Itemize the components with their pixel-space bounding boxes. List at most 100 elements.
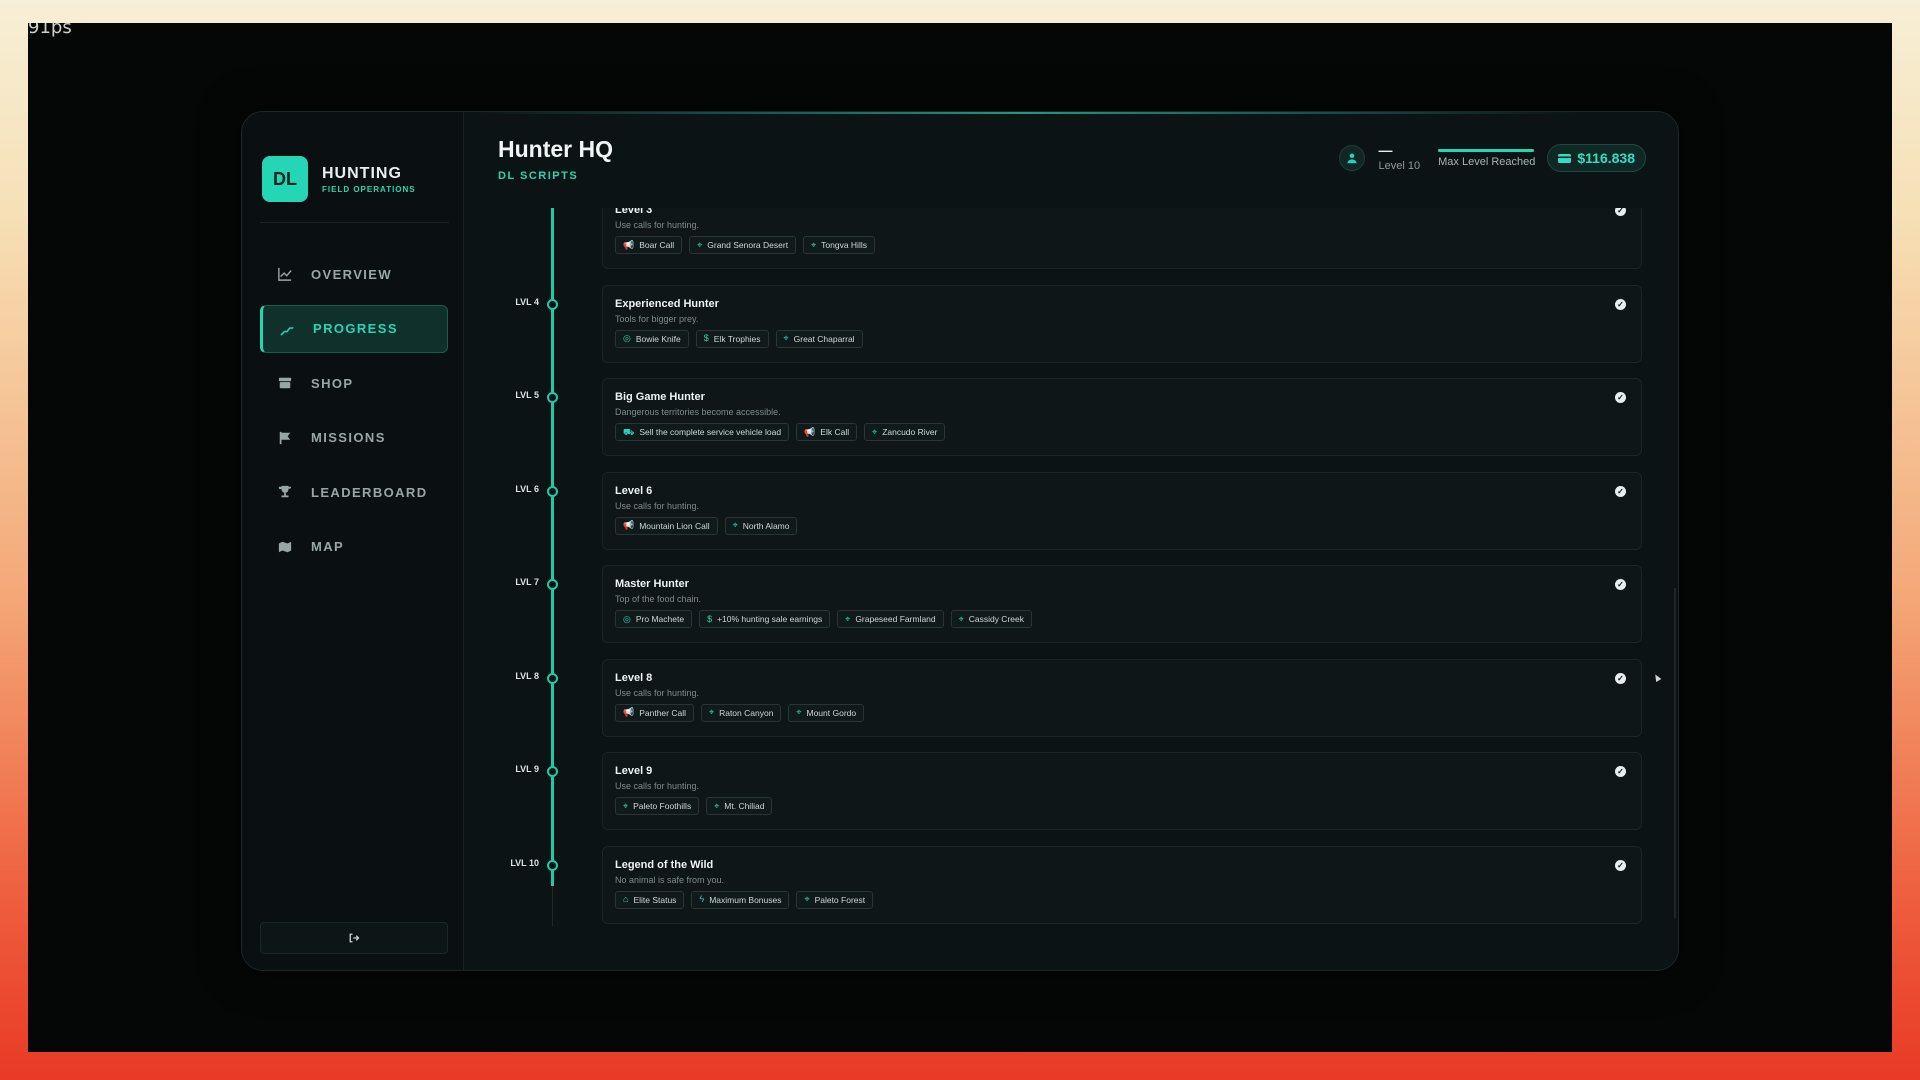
reward-tag: $ Elk Trophies xyxy=(695,329,769,348)
reward-tag-label: Pro Machete xyxy=(635,614,685,624)
fps-counter: 91ps xyxy=(28,23,72,38)
level-card[interactable]: Experienced Hunter Tools for bigger prey.… xyxy=(602,284,1642,363)
level-number: LVL 10 xyxy=(510,857,539,868)
reward-tag: ⌖ North Alamo xyxy=(724,516,798,535)
map-icon xyxy=(277,539,293,555)
reward-tag: ϟ Maximum Bonuses xyxy=(691,890,790,909)
timeline-node xyxy=(547,766,558,777)
level-card[interactable]: Level 8 Use calls for hunting. 📢 Panther Ca… xyxy=(602,658,1642,737)
level-number: LVL 6 xyxy=(515,483,539,494)
pin-icon: ⌖ xyxy=(697,239,703,250)
level-title: Level 6 xyxy=(615,484,653,497)
timeline-node xyxy=(547,298,558,310)
level-item: LVL 6 Level 6 Use calls for hunting. 📢 Mount… xyxy=(464,471,1678,550)
reward-tag: 📢 Boar Call xyxy=(615,236,683,254)
level-description: Use calls for hunting. xyxy=(615,220,700,230)
dollar-icon: $ xyxy=(703,333,709,343)
level-number: LVL 5 xyxy=(515,390,539,400)
level-card[interactable]: Master Hunter Top of the food chain. ◎ Pro … xyxy=(602,565,1642,643)
tool-icon: ◎ xyxy=(623,613,631,624)
xp-progress: Max Level Reached xyxy=(1438,148,1535,168)
page-title: Hunter HQ xyxy=(498,136,613,162)
completed-check-icon: ✓ xyxy=(1615,298,1626,310)
level-item: LVL 10 Legend of the Wild No animal is saf… xyxy=(464,845,1678,924)
reward-tags: 📢 Boar Call ⌖ Grand Senora Desert ⌖ Tongva Hi… xyxy=(615,236,875,254)
logout-button[interactable] xyxy=(260,922,448,954)
level-description: Use calls for hunting. xyxy=(615,687,700,698)
user-icon xyxy=(1347,153,1357,164)
sidebar-item-missions[interactable]: MISSIONS xyxy=(260,414,448,462)
dollar-icon: $ xyxy=(707,613,713,624)
sidebar-item-label: MISSIONS xyxy=(311,430,386,445)
reward-tag-label: Cassidy Creek xyxy=(968,614,1024,624)
reward-tag-label: Panther Call xyxy=(639,707,686,718)
reward-tag: ⌂ Elite Status xyxy=(615,890,685,909)
sidebar-item-progress[interactable]: PROGRESS xyxy=(260,304,448,353)
reward-tag-label: Mountain Lion Call xyxy=(639,520,710,531)
megaphone-icon: 📢 xyxy=(623,239,635,250)
reward-tag: ⌖ Grand Senora Desert xyxy=(689,236,797,254)
level-title: Big Game Hunter xyxy=(615,391,705,403)
pin-icon: ⌖ xyxy=(804,894,810,904)
username: — xyxy=(1378,142,1393,158)
sidebar-item-shop[interactable]: SHOP xyxy=(260,359,448,407)
level-card[interactable]: Big Game Hunter Dangerous territories bec… xyxy=(602,378,1642,456)
reward-tag: 📢 Elk Call xyxy=(796,423,858,441)
level-title: Master Hunter xyxy=(615,578,689,590)
progress-timeline[interactable]: Level 3 Use calls for hunting. 📢 Boar Call ⌖… xyxy=(464,208,1678,970)
reward-tags: ◎ Pro Machete $ +10% hunting sale earnings ⌖… xyxy=(615,610,1032,628)
reward-tag: ⌖ Mount Gordo xyxy=(788,703,865,722)
reward-tag: ⌖ Raton Canyon xyxy=(701,703,782,722)
completed-check-icon: ✓ xyxy=(1615,859,1626,871)
avatar[interactable] xyxy=(1338,145,1365,171)
level-card[interactable]: Level 9 Use calls for hunting. ⌖ Paleto Foo… xyxy=(602,752,1642,830)
completed-check-icon: ✓ xyxy=(1615,579,1626,590)
level-title: Level 3 xyxy=(615,208,653,216)
reward-tag-label: Sell the complete service vehicle load xyxy=(639,427,782,437)
level-item: LVL 4 Experienced Hunter Tools for bigger … xyxy=(464,284,1678,363)
level-description: Top of the food chain. xyxy=(615,594,702,604)
level-card[interactable]: Level 6 Use calls for hunting. 📢 Mountain L… xyxy=(602,471,1642,550)
level-number: LVL 7 xyxy=(515,577,539,587)
timeline-node xyxy=(547,672,558,684)
pin-icon: ⌖ xyxy=(811,239,817,250)
megaphone-icon: 📢 xyxy=(804,426,816,437)
completed-check-icon: ✓ xyxy=(1615,672,1626,684)
reward-tag-label: Zancudo River xyxy=(882,427,938,437)
sidebar: DL HUNTING FIELD OPERATIONS OVERVIEW PROG… xyxy=(242,112,464,970)
reward-tags: 📢 Mountain Lion Call ⌖ North Alamo xyxy=(615,516,798,535)
pin-icon: ⌖ xyxy=(623,800,629,811)
timeline-node xyxy=(547,859,558,871)
level-card[interactable]: Level 3 Use calls for hunting. 📢 Boar Call ⌖… xyxy=(602,208,1642,269)
reward-tag-label: North Alamo xyxy=(742,520,790,531)
reward-tag-label: Raton Canyon xyxy=(719,707,774,718)
reward-tag: ⌖ Mt. Chiliad xyxy=(706,797,773,815)
level-title: Level 9 xyxy=(615,765,653,777)
user-level: Level 10 xyxy=(1378,160,1421,172)
level-number: LVL 4 xyxy=(515,296,539,307)
wallet-icon xyxy=(1558,153,1572,163)
money-amount: $116.838 xyxy=(1577,150,1635,166)
xp-bar xyxy=(1438,148,1535,152)
timeline-node xyxy=(547,485,558,497)
brand-divider xyxy=(260,222,449,223)
brand: DL HUNTING FIELD OPERATIONS xyxy=(262,156,416,202)
reward-tag: ⌖ Paleto Forest xyxy=(796,890,874,909)
sidebar-item-label: SHOP xyxy=(311,375,354,391)
sidebar-item-map[interactable]: MAP xyxy=(260,523,448,571)
pin-icon: ⌖ xyxy=(783,333,789,343)
reward-tag: $ +10% hunting sale earnings xyxy=(699,610,831,628)
level-card[interactable]: Legend of the Wild No animal is safe from… xyxy=(602,845,1642,924)
reward-tag: ⌖ Zancudo River xyxy=(864,423,946,441)
sidebar-item-label: MAP xyxy=(311,539,345,554)
sidebar-item-leaderboard[interactable]: LEADERBOARD xyxy=(260,468,448,516)
level-number: LVL 8 xyxy=(515,670,539,681)
reward-tag: ⌖ Cassidy Creek xyxy=(950,610,1032,628)
pin-icon: ⌖ xyxy=(732,520,738,530)
sidebar-item-overview[interactable]: OVERVIEW xyxy=(260,250,448,298)
hunting-panel: DL HUNTING FIELD OPERATIONS OVERVIEW PROG… xyxy=(241,111,1679,971)
brand-logo: DL xyxy=(262,156,308,202)
tool-icon: ◎ xyxy=(623,333,631,343)
level-description: Use calls for hunting. xyxy=(615,781,700,791)
brand-title: HUNTING xyxy=(322,164,402,182)
